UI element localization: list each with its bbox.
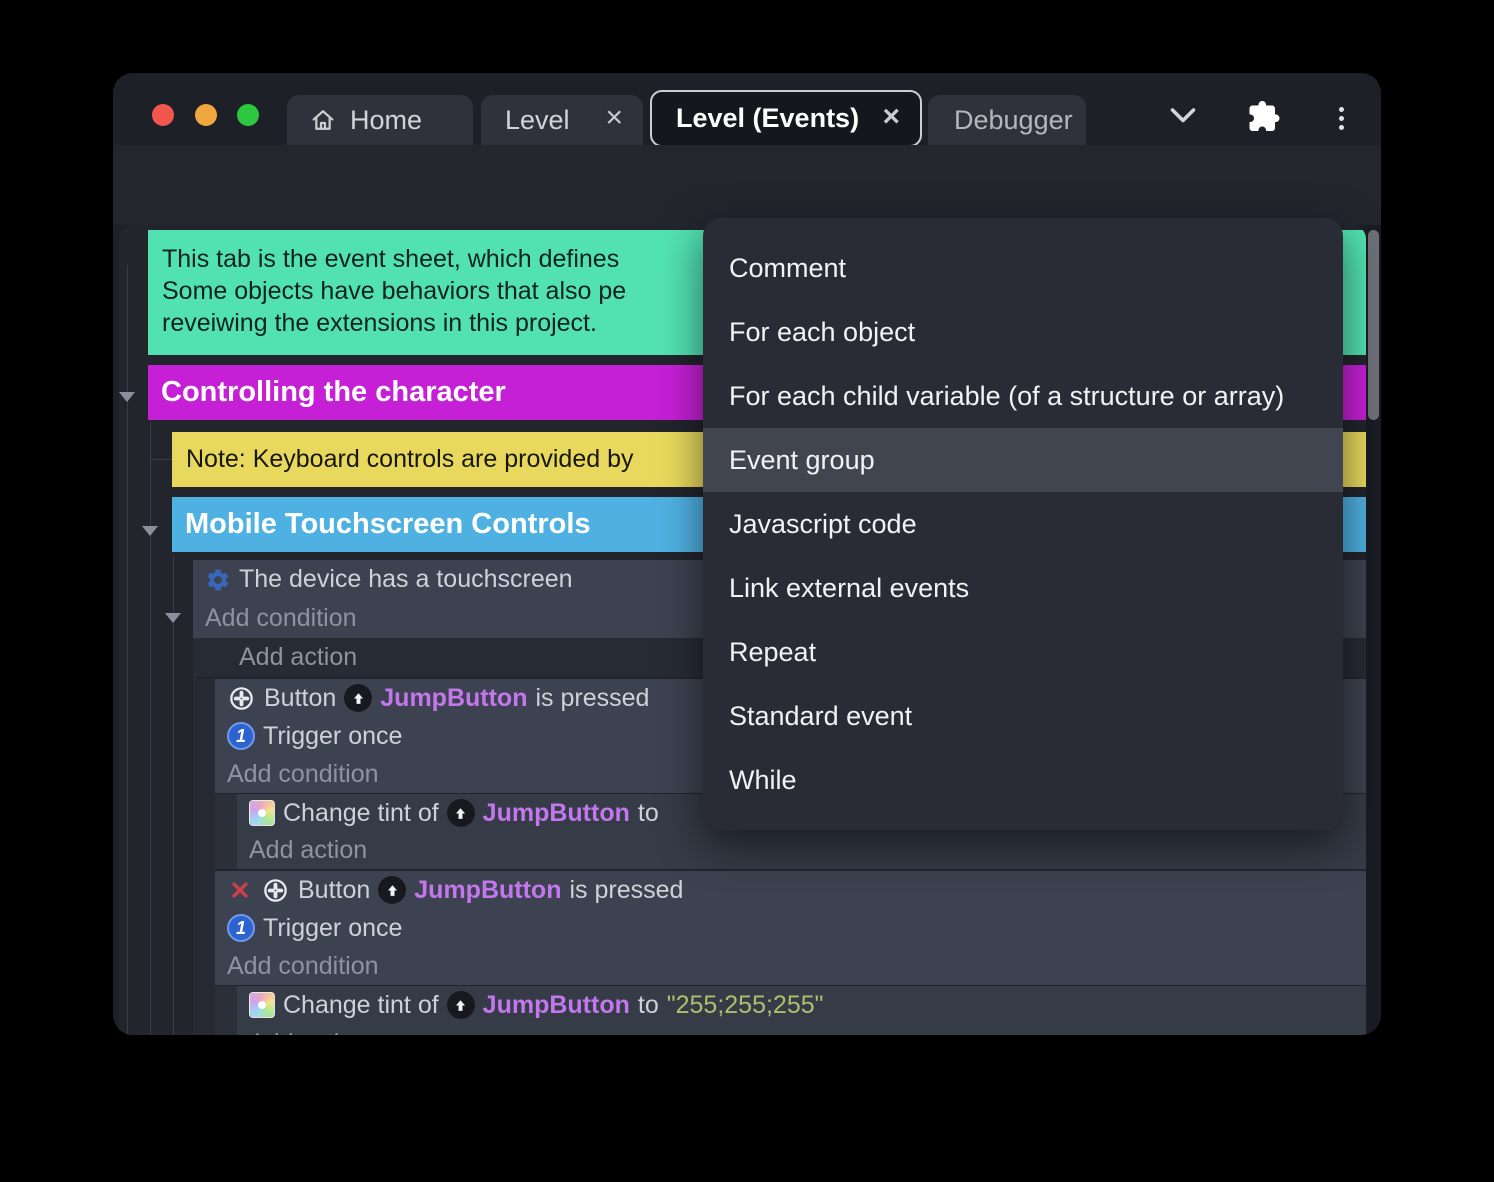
close-tab-icon[interactable]: × (872, 102, 920, 136)
menu-item-standard-event[interactable]: Standard event (703, 684, 1343, 748)
more-kebab-icon[interactable] (1339, 103, 1344, 134)
action-text: Change tint of (283, 799, 439, 828)
action-text: Change tint of (283, 991, 439, 1020)
tab-label: Debugger (954, 105, 1073, 136)
toolbar (113, 145, 1381, 225)
tab-list-chevron-icon[interactable] (1165, 101, 1201, 131)
event-margin (215, 794, 237, 869)
gamepad-icon (227, 684, 256, 713)
zoom-window-button[interactable] (237, 104, 259, 126)
tab-level[interactable]: Level × (481, 95, 643, 145)
menu-item-for-each-child-variable[interactable]: For each child variable (of a structure … (703, 364, 1343, 428)
close-tab-icon[interactable]: × (595, 103, 643, 137)
condition-predicate: is pressed (535, 684, 649, 713)
object-instance: JumpButton (380, 684, 527, 713)
event-margin (215, 986, 237, 1035)
add-action-link[interactable]: Add action (237, 832, 1366, 869)
condition-predicate: is pressed (569, 876, 683, 905)
construct-window: Home Level × Level (Events) × Debugger (113, 73, 1381, 1035)
condition-text: Trigger once (263, 722, 402, 751)
collapse-triangle-icon[interactable] (165, 613, 181, 623)
event-jumpbutton-pressed-2[interactable]: Button JumpButton is pressed 1 Trigger o… (215, 871, 1366, 985)
menu-item-javascript-code[interactable]: Javascript code (703, 492, 1343, 556)
device-gear-icon (205, 567, 231, 593)
condition-object: Button (264, 684, 336, 713)
add-event-context-menu: Comment For each object For each child v… (703, 218, 1343, 830)
extensions-puzzle-icon[interactable] (1245, 98, 1281, 134)
inverted-condition-icon (227, 877, 253, 903)
menu-item-repeat[interactable]: Repeat (703, 620, 1343, 684)
scrollbar-thumb[interactable] (1368, 230, 1379, 420)
event-margin (193, 679, 215, 1035)
action-text: to (638, 799, 659, 828)
tab-label: Home (350, 105, 422, 136)
tab-label: Level (Events) (676, 103, 859, 134)
action-text: to (638, 991, 659, 1020)
menu-item-event-group[interactable]: Event group (703, 428, 1343, 492)
menu-item-for-each-object[interactable]: For each object (703, 300, 1343, 364)
trigger-once-icon: 1 (227, 914, 255, 942)
titlebar: Home Level × Level (Events) × Debugger (113, 73, 1381, 145)
tab-home[interactable]: Home (287, 95, 473, 145)
jumpbutton-object-icon (378, 876, 406, 904)
minimize-window-button[interactable] (195, 104, 217, 126)
trigger-once-icon: 1 (227, 722, 255, 750)
condition-text: The device has a touchscreen (239, 565, 573, 594)
add-condition-link[interactable]: Add condition (215, 947, 1366, 985)
condition-text: Trigger once (263, 914, 402, 943)
close-window-button[interactable] (152, 104, 174, 126)
condition-object: Button (298, 876, 370, 905)
desktop: Home Level × Level (Events) × Debugger (0, 0, 1494, 1182)
tint-icon (249, 992, 275, 1018)
vertical-scrollbar[interactable] (1366, 225, 1381, 1035)
collapse-triangle-icon[interactable] (119, 392, 135, 402)
object-instance: JumpButton (483, 799, 630, 828)
add-action-link[interactable]: Add action (237, 1024, 1366, 1035)
home-icon (309, 106, 337, 134)
object-instance: JumpButton (483, 991, 630, 1020)
tab-level-events[interactable]: Level (Events) × (650, 90, 922, 147)
jumpbutton-object-icon (447, 991, 475, 1019)
gamepad-icon (261, 876, 290, 905)
tree-guide (173, 555, 174, 1035)
tree-tick (150, 459, 172, 460)
menu-item-while[interactable]: While (703, 748, 1343, 812)
action-value: "255;255;255" (667, 991, 824, 1020)
object-instance: JumpButton (414, 876, 561, 905)
action-change-tint-2[interactable]: Change tint of JumpButton to "255;255;25… (237, 986, 1366, 1035)
collapse-triangle-icon[interactable] (142, 526, 158, 536)
menu-item-link-external-events[interactable]: Link external events (703, 556, 1343, 620)
tint-icon (249, 800, 275, 826)
menu-item-comment[interactable]: Comment (703, 236, 1343, 300)
tree-guide (150, 422, 151, 1035)
tree-guide (127, 265, 128, 1035)
jumpbutton-object-icon (447, 799, 475, 827)
tab-label: Level (505, 105, 570, 136)
note-text: Note: Keyboard controls are provided by (186, 445, 633, 474)
jumpbutton-object-icon (344, 684, 372, 712)
tab-debugger[interactable]: Debugger (928, 95, 1086, 145)
